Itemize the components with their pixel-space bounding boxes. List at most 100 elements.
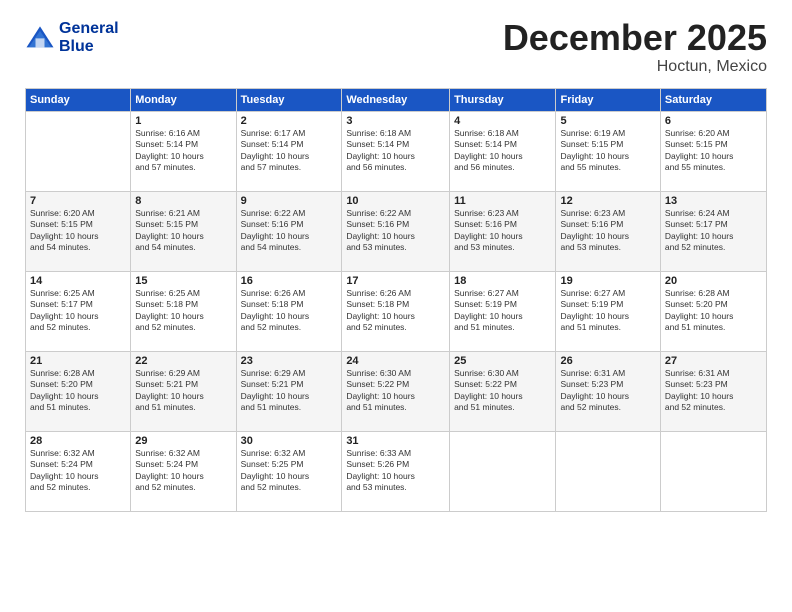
day-number: 1 [135,115,231,127]
day-cell [660,432,766,512]
header-cell-wednesday: Wednesday [342,89,450,112]
day-cell [26,112,131,192]
day-cell: 5Sunrise: 6:19 AM Sunset: 5:15 PM Daylig… [556,112,660,192]
header-row: SundayMondayTuesdayWednesdayThursdayFrid… [26,89,767,112]
day-number: 21 [30,355,126,367]
header-cell-monday: Monday [131,89,236,112]
day-cell: 19Sunrise: 6:27 AM Sunset: 5:19 PM Dayli… [556,272,660,352]
day-number: 2 [241,115,338,127]
day-cell: 7Sunrise: 6:20 AM Sunset: 5:15 PM Daylig… [26,192,131,272]
day-info: Sunrise: 6:29 AM Sunset: 5:21 PM Dayligh… [135,368,231,414]
day-number: 25 [454,355,551,367]
day-info: Sunrise: 6:33 AM Sunset: 5:26 PM Dayligh… [346,448,445,494]
day-info: Sunrise: 6:30 AM Sunset: 5:22 PM Dayligh… [346,368,445,414]
header-cell-friday: Friday [556,89,660,112]
day-number: 26 [560,355,655,367]
day-info: Sunrise: 6:30 AM Sunset: 5:22 PM Dayligh… [454,368,551,414]
day-info: Sunrise: 6:22 AM Sunset: 5:16 PM Dayligh… [346,208,445,254]
location: Hoctun, Mexico [503,58,767,76]
day-info: Sunrise: 6:27 AM Sunset: 5:19 PM Dayligh… [560,288,655,334]
day-info: Sunrise: 6:18 AM Sunset: 5:14 PM Dayligh… [346,128,445,174]
day-number: 10 [346,195,445,207]
page: General Blue December 2025 Hoctun, Mexic… [0,0,792,612]
day-cell: 24Sunrise: 6:30 AM Sunset: 5:22 PM Dayli… [342,352,450,432]
calendar-table: SundayMondayTuesdayWednesdayThursdayFrid… [25,88,767,512]
day-cell: 26Sunrise: 6:31 AM Sunset: 5:23 PM Dayli… [556,352,660,432]
day-info: Sunrise: 6:16 AM Sunset: 5:14 PM Dayligh… [135,128,231,174]
day-number: 28 [30,435,126,447]
day-cell: 4Sunrise: 6:18 AM Sunset: 5:14 PM Daylig… [450,112,556,192]
day-number: 8 [135,195,231,207]
day-cell: 17Sunrise: 6:26 AM Sunset: 5:18 PM Dayli… [342,272,450,352]
day-cell: 3Sunrise: 6:18 AM Sunset: 5:14 PM Daylig… [342,112,450,192]
day-cell: 31Sunrise: 6:33 AM Sunset: 5:26 PM Dayli… [342,432,450,512]
day-number: 12 [560,195,655,207]
day-cell: 14Sunrise: 6:25 AM Sunset: 5:17 PM Dayli… [26,272,131,352]
day-info: Sunrise: 6:19 AM Sunset: 5:15 PM Dayligh… [560,128,655,174]
day-cell: 30Sunrise: 6:32 AM Sunset: 5:25 PM Dayli… [236,432,342,512]
week-row-0: 1Sunrise: 6:16 AM Sunset: 5:14 PM Daylig… [26,112,767,192]
day-cell: 16Sunrise: 6:26 AM Sunset: 5:18 PM Dayli… [236,272,342,352]
week-row-4: 28Sunrise: 6:32 AM Sunset: 5:24 PM Dayli… [26,432,767,512]
week-row-1: 7Sunrise: 6:20 AM Sunset: 5:15 PM Daylig… [26,192,767,272]
day-number: 18 [454,275,551,287]
day-info: Sunrise: 6:24 AM Sunset: 5:17 PM Dayligh… [665,208,762,254]
day-number: 13 [665,195,762,207]
day-info: Sunrise: 6:20 AM Sunset: 5:15 PM Dayligh… [665,128,762,174]
day-cell [556,432,660,512]
week-row-3: 21Sunrise: 6:28 AM Sunset: 5:20 PM Dayli… [26,352,767,432]
calendar-body: 1Sunrise: 6:16 AM Sunset: 5:14 PM Daylig… [26,112,767,512]
day-number: 22 [135,355,231,367]
day-number: 20 [665,275,762,287]
day-cell: 8Sunrise: 6:21 AM Sunset: 5:15 PM Daylig… [131,192,236,272]
day-cell: 27Sunrise: 6:31 AM Sunset: 5:23 PM Dayli… [660,352,766,432]
day-cell: 9Sunrise: 6:22 AM Sunset: 5:16 PM Daylig… [236,192,342,272]
day-number: 23 [241,355,338,367]
week-row-2: 14Sunrise: 6:25 AM Sunset: 5:17 PM Dayli… [26,272,767,352]
day-cell: 18Sunrise: 6:27 AM Sunset: 5:19 PM Dayli… [450,272,556,352]
day-info: Sunrise: 6:32 AM Sunset: 5:24 PM Dayligh… [135,448,231,494]
day-number: 30 [241,435,338,447]
day-cell: 12Sunrise: 6:23 AM Sunset: 5:16 PM Dayli… [556,192,660,272]
logo: General Blue [25,20,119,55]
day-cell: 6Sunrise: 6:20 AM Sunset: 5:15 PM Daylig… [660,112,766,192]
day-info: Sunrise: 6:31 AM Sunset: 5:23 PM Dayligh… [665,368,762,414]
day-cell: 10Sunrise: 6:22 AM Sunset: 5:16 PM Dayli… [342,192,450,272]
day-cell: 13Sunrise: 6:24 AM Sunset: 5:17 PM Dayli… [660,192,766,272]
header: General Blue December 2025 Hoctun, Mexic… [25,20,767,76]
day-info: Sunrise: 6:28 AM Sunset: 5:20 PM Dayligh… [665,288,762,334]
header-cell-thursday: Thursday [450,89,556,112]
month-title: December 2025 [503,20,767,56]
day-info: Sunrise: 6:26 AM Sunset: 5:18 PM Dayligh… [346,288,445,334]
title-block: December 2025 Hoctun, Mexico [503,20,767,76]
day-number: 7 [30,195,126,207]
day-cell: 28Sunrise: 6:32 AM Sunset: 5:24 PM Dayli… [26,432,131,512]
day-cell: 25Sunrise: 6:30 AM Sunset: 5:22 PM Dayli… [450,352,556,432]
day-number: 5 [560,115,655,127]
day-info: Sunrise: 6:18 AM Sunset: 5:14 PM Dayligh… [454,128,551,174]
day-number: 3 [346,115,445,127]
day-cell: 11Sunrise: 6:23 AM Sunset: 5:16 PM Dayli… [450,192,556,272]
day-cell: 15Sunrise: 6:25 AM Sunset: 5:18 PM Dayli… [131,272,236,352]
day-number: 31 [346,435,445,447]
day-info: Sunrise: 6:23 AM Sunset: 5:16 PM Dayligh… [560,208,655,254]
day-cell: 20Sunrise: 6:28 AM Sunset: 5:20 PM Dayli… [660,272,766,352]
day-number: 4 [454,115,551,127]
logo-icon [25,23,55,53]
day-info: Sunrise: 6:28 AM Sunset: 5:20 PM Dayligh… [30,368,126,414]
header-cell-sunday: Sunday [26,89,131,112]
day-number: 27 [665,355,762,367]
day-number: 9 [241,195,338,207]
day-number: 24 [346,355,445,367]
day-cell: 22Sunrise: 6:29 AM Sunset: 5:21 PM Dayli… [131,352,236,432]
logo-text: General Blue [59,20,119,55]
day-cell [450,432,556,512]
day-number: 15 [135,275,231,287]
day-info: Sunrise: 6:22 AM Sunset: 5:16 PM Dayligh… [241,208,338,254]
day-number: 14 [30,275,126,287]
day-info: Sunrise: 6:20 AM Sunset: 5:15 PM Dayligh… [30,208,126,254]
header-cell-tuesday: Tuesday [236,89,342,112]
day-number: 19 [560,275,655,287]
day-info: Sunrise: 6:32 AM Sunset: 5:24 PM Dayligh… [30,448,126,494]
day-number: 17 [346,275,445,287]
